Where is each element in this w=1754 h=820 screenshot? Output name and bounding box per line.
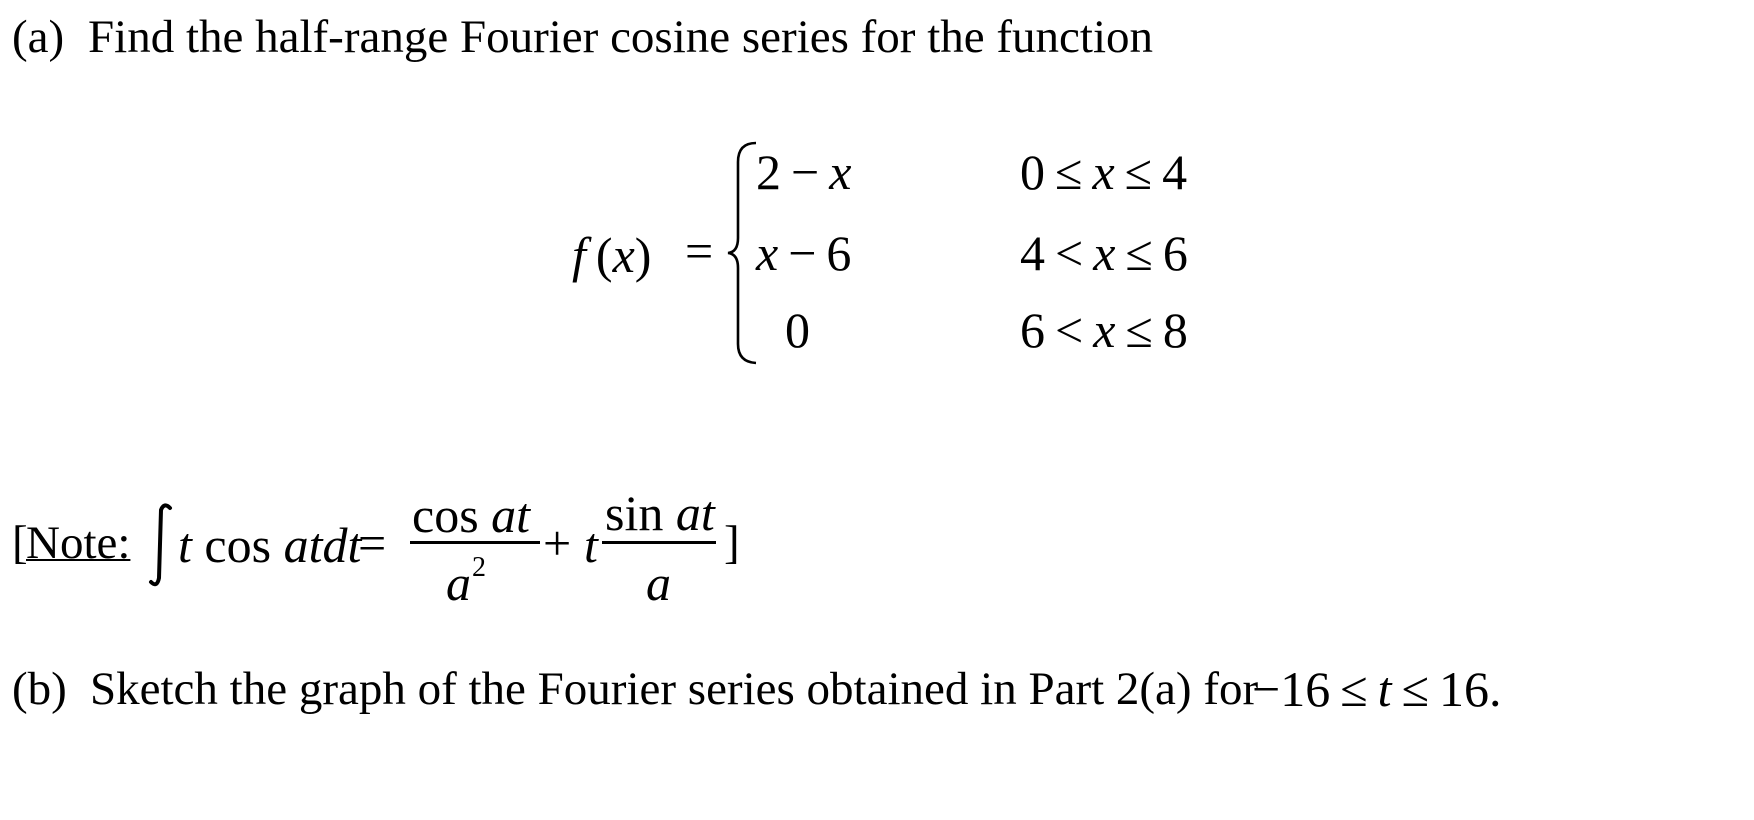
part-a-label: (a) [12, 11, 65, 63]
part-b-text: Sketch the graph of the Fourier series o… [90, 663, 1259, 715]
note-plus: + [543, 515, 572, 571]
part-b-label: (b) [12, 663, 67, 715]
case-2-expr: x − 6 [756, 225, 852, 281]
function-lhs: f (x) [572, 227, 652, 283]
case-2-condition: 4 < x ≤ 6 [1020, 225, 1188, 281]
case-1-expr: 2 − x [756, 144, 852, 200]
fraction-1-bar [410, 541, 540, 544]
fraction-1-exponent: 2 [472, 552, 486, 583]
fraction-2-numerator: sin at [605, 485, 715, 541]
case-3-condition: 6 < x ≤ 8 [1020, 302, 1188, 358]
part-a-text: Find the half-range Fourier cosine serie… [88, 11, 1154, 63]
left-brace-icon [727, 141, 757, 365]
fraction-1-denominator: a [446, 555, 471, 611]
t-coefficient: t [584, 517, 598, 573]
note-label: Note: [26, 517, 131, 569]
note-close-bracket: ] [724, 517, 740, 569]
note-equals: = [358, 515, 387, 571]
case-3-expr: 0 [785, 302, 810, 358]
part-b-range: −16 ≤ t ≤ 16. [1252, 661, 1502, 717]
integrand: t cos atdt [178, 517, 362, 573]
fraction-1-numerator: cos at [412, 487, 531, 543]
case-1-condition: 0 ≤ x ≤ 4 [1020, 144, 1188, 200]
fraction-2-denominator: a [646, 555, 671, 611]
integral-sign-icon [149, 503, 172, 587]
equals-sign: = [685, 223, 714, 279]
fraction-2-bar [602, 541, 716, 544]
